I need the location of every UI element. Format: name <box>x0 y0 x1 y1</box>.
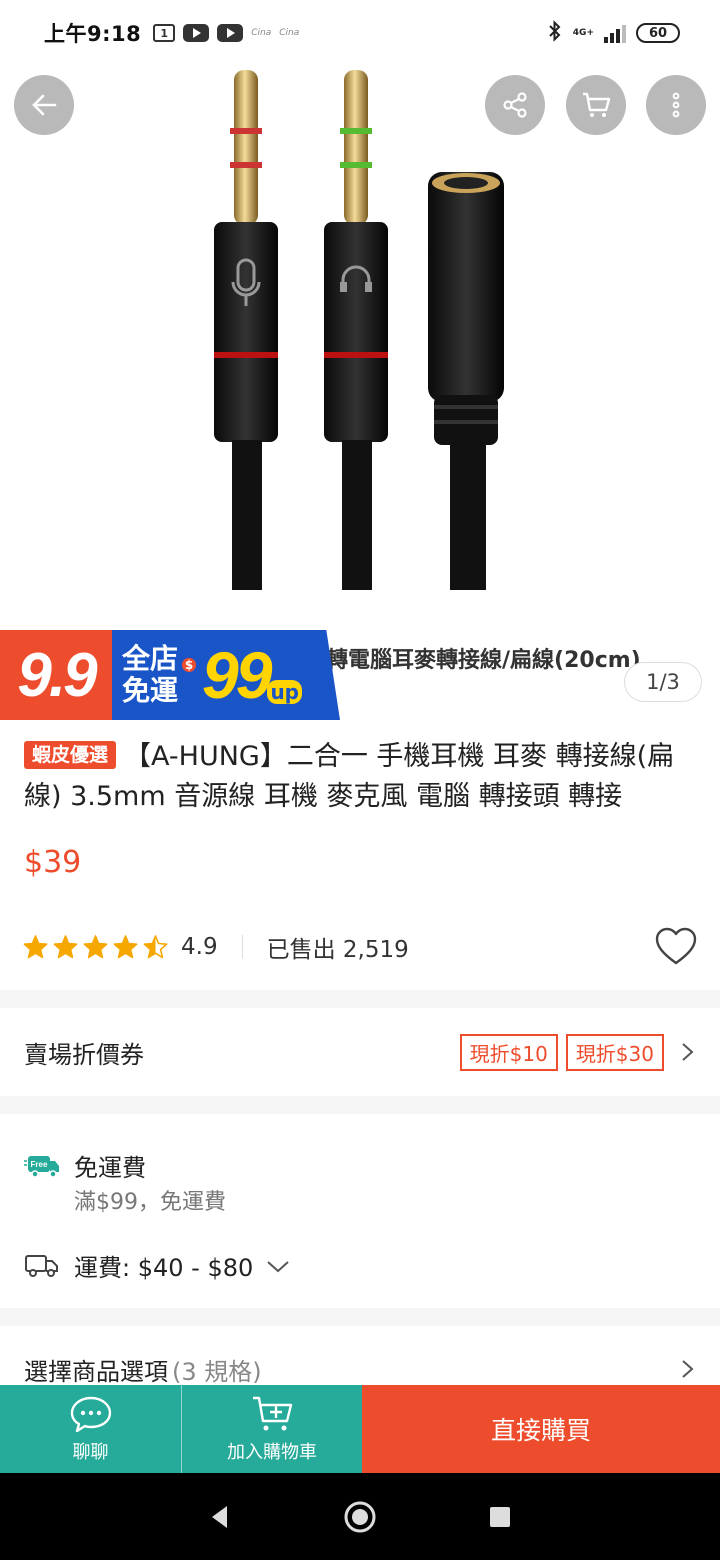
product-title: 【A-HUNG】二合一 手機耳機 耳麥 轉接線(扁線) 3.5mm 音源線 耳機… <box>24 741 675 812</box>
coupon-list: 現折$10 現折$30 <box>459 1033 664 1071</box>
free-shipping-line: Free 免運費 <box>24 1148 146 1183</box>
chat-bubble-icon <box>70 1396 111 1433</box>
status-notification-icons: 1 Cina Cina <box>153 24 299 42</box>
sold-count: 已售出 2,519 <box>266 937 409 963</box>
nav-recents-icon[interactable] <box>483 1500 517 1534</box>
product-price: $39 <box>24 845 82 880</box>
chevron-right-icon <box>682 1043 694 1061</box>
preferred-seller-badge: 蝦皮優選 <box>24 741 117 769</box>
options-count: (3 規格) <box>172 1357 262 1386</box>
bottom-action-bar: 聊聊 加入購物車 直接購買 <box>0 1385 720 1473</box>
image-counter: 1/3 <box>624 662 702 702</box>
star-icon <box>83 934 108 958</box>
coupon-label: 賣場折價券 <box>24 1040 144 1069</box>
status-system-icons: 4G+ 60 <box>547 19 680 47</box>
promo-event-label: 9.9 <box>0 630 112 720</box>
favorite-heart-icon[interactable] <box>654 925 698 969</box>
options-label: 選擇商品選項 <box>24 1357 168 1386</box>
calendar-notification-icon: 1 <box>153 24 176 42</box>
nav-home-icon[interactable] <box>343 1500 377 1534</box>
divider <box>241 935 243 959</box>
rating-row: 4.9 已售出 2,519 <box>22 925 698 969</box>
chevron-down-icon <box>267 1260 289 1272</box>
promo-currency: $ <box>182 658 197 672</box>
star-icon <box>113 934 138 958</box>
buy-now-button[interactable]: 直接購買 <box>362 1385 720 1473</box>
shipping-fee: 運費: $40 - $80 <box>74 1254 254 1282</box>
signal-icon <box>604 23 626 43</box>
product-image-gallery[interactable]: 轉電腦耳麥轉接線/扁線(20cm) 9.9 全店 免運 $ 99 up 1/3 <box>0 0 720 720</box>
coupon-row[interactable]: 賣場折價券 現折$10 現折$30 <box>0 1008 720 1096</box>
promo-suffix: up <box>267 680 302 704</box>
share-icon <box>503 92 527 118</box>
coupon-tag[interactable]: 現折$10 <box>459 1033 558 1071</box>
youtube-notification-icon-2 <box>217 24 244 42</box>
app-notification-icon-2: Cina <box>279 28 300 38</box>
add-to-cart-button[interactable]: 加入購物車 <box>181 1385 362 1473</box>
star-icon <box>53 934 78 958</box>
product-title-block: 蝦皮優選 【A-HUNG】二合一 手機耳機 耳麥 轉接線(扁線) 3.5mm 音源… <box>24 737 700 817</box>
shipping-section[interactable]: Free 免運費 滿$99，免運費 運費: $40 - $80 <box>0 1114 720 1308</box>
free-shipping-condition: 滿$99，免運費 <box>74 1190 226 1215</box>
chat-button[interactable]: 聊聊 <box>0 1385 181 1473</box>
chevron-right-icon <box>682 1360 694 1378</box>
add-to-cart-label: 加入購物車 <box>227 1442 317 1463</box>
add-to-cart-icon <box>253 1396 293 1431</box>
share-button[interactable] <box>485 75 545 135</box>
star-icon <box>23 934 48 958</box>
image-caption: 轉電腦耳麥轉接線/扁線(20cm) <box>326 648 641 673</box>
app-notification-icon: Cina <box>251 28 272 38</box>
status-time: 上午9:18 <box>44 22 142 46</box>
free-shipping-title: 免運費 <box>74 1154 146 1182</box>
promo-amount: 99 <box>202 638 272 712</box>
bluetooth-icon <box>547 19 563 47</box>
nav-back-icon[interactable] <box>203 1500 237 1534</box>
coupon-tag[interactable]: 現折$30 <box>565 1033 664 1071</box>
free-shipping-truck-icon: Free <box>24 1155 59 1178</box>
more-options-button[interactable] <box>646 75 706 135</box>
free-shipping-icon-text: Free <box>31 1160 48 1169</box>
rating-value: 4.9 <box>181 934 218 960</box>
promo-line1: 全店 <box>122 642 179 675</box>
battery-icon: 60 <box>636 23 680 43</box>
section-gap <box>0 1308 720 1326</box>
promo-free-shipping: 全店 免運 $ 99 up <box>112 630 340 720</box>
cart-button[interactable] <box>566 75 626 135</box>
shopping-cart-icon <box>583 92 611 117</box>
network-type-label: 4G+ <box>572 27 594 38</box>
star-icon <box>143 934 168 958</box>
promo-line2: 免運 <box>122 674 179 707</box>
promo-banner: 9.9 全店 免運 $ 99 up <box>0 630 340 720</box>
section-gap <box>0 990 720 1008</box>
youtube-notification-icon <box>183 24 210 42</box>
back-arrow-icon <box>32 94 57 116</box>
more-vertical-icon <box>672 92 680 118</box>
rating-stars <box>22 934 169 961</box>
delivery-truck-icon <box>25 1254 58 1277</box>
chat-label: 聊聊 <box>72 1442 109 1463</box>
back-button[interactable] <box>14 75 74 135</box>
section-gap <box>0 1096 720 1114</box>
shipping-fee-line[interactable]: 運費: $40 - $80 <box>24 1248 291 1283</box>
status-bar: 上午9:18 1 Cina Cina 4G+ 60 <box>0 0 720 66</box>
system-navigation-bar <box>0 1473 720 1560</box>
product-options-row[interactable]: 選擇商品選項 (3 規格) <box>0 1326 720 1385</box>
